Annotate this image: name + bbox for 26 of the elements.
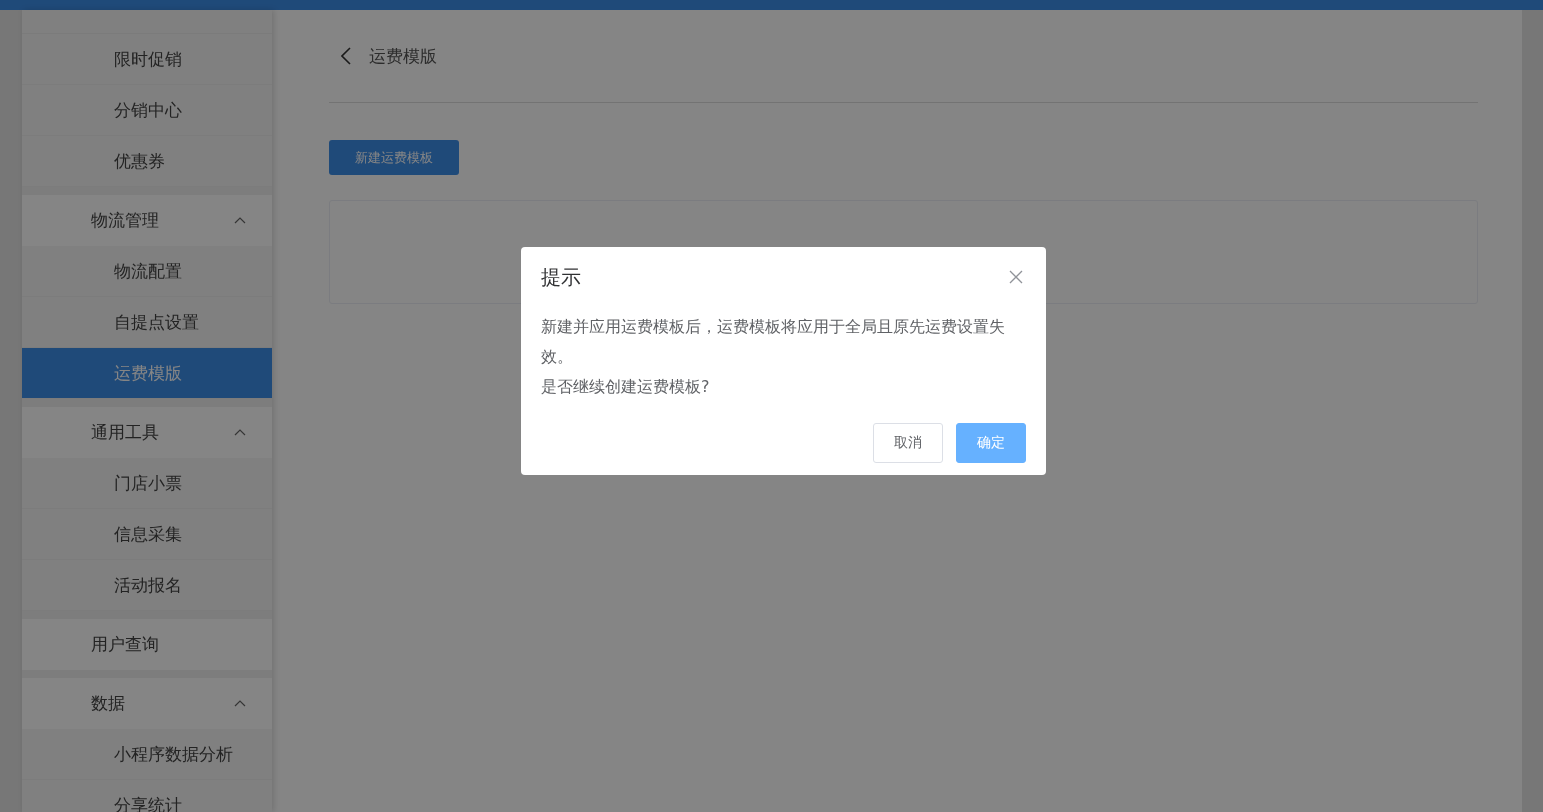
sidebar-item[interactable]: 优惠券 [22, 136, 272, 187]
sidebar-item[interactable]: 分销中心 [22, 85, 272, 136]
back-icon[interactable] [341, 47, 351, 65]
new-template-button[interactable]: 新建运费模板 [329, 140, 459, 175]
cancel-button[interactable]: 取消 [873, 423, 943, 463]
sidebar-item[interactable]: 运费模版 [22, 348, 272, 399]
sidebar-item[interactable]: 自提点设置 [22, 297, 272, 348]
dialog-message: 新建并应用运费模板后，运费模板将应用于全局且原先运费设置失效。 [541, 316, 1006, 368]
confirm-button[interactable]: 确定 [956, 423, 1026, 463]
sidebar-group-header[interactable]: 通用工具 [22, 407, 272, 458]
close-icon[interactable] [1009, 270, 1023, 284]
group-label: 物流管理 [91, 209, 159, 232]
dialog-message: 是否继续创建运费模板? [541, 376, 711, 398]
sidebar-group-header[interactable]: 数据 [22, 678, 272, 729]
sidebar-item[interactable]: 用户查询 [22, 619, 272, 670]
group-label: 数据 [91, 692, 125, 715]
page-title: 运费模版 [369, 44, 437, 68]
sidebar-group-header[interactable]: 物流管理 [22, 195, 272, 246]
group-label: 通用工具 [91, 421, 159, 444]
sidebar-item[interactable]: 小程序数据分析 [22, 729, 272, 780]
sidebar-item[interactable]: 门店小票 [22, 458, 272, 509]
dialog-title: 提示 [541, 263, 581, 291]
sidebar-item[interactable]: 物流配置 [22, 246, 272, 297]
sidebar-item[interactable]: 活动报名 [22, 560, 272, 611]
sidebar-item[interactable]: 限时促销 [22, 34, 272, 85]
sidebar-item[interactable]: 信息采集 [22, 509, 272, 560]
